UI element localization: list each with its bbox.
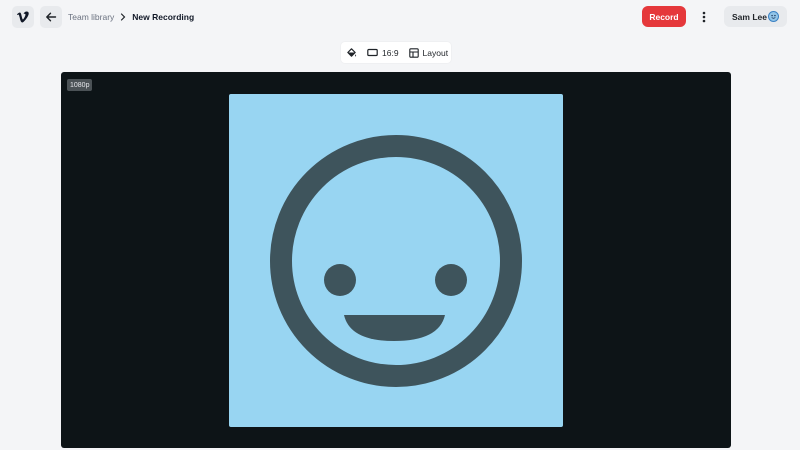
canvas-toolbar: 16:9 Layout (341, 42, 451, 63)
more-options-button[interactable] (696, 8, 712, 26)
background-fill-button[interactable] (341, 42, 362, 63)
camera-preview[interactable] (229, 94, 563, 427)
aspect-ratio-button[interactable]: 16:9 (362, 42, 404, 63)
top-bar: Team library New Recording Record Sam Le… (0, 0, 800, 36)
record-button[interactable]: Record (642, 6, 686, 27)
layout-label: Layout (422, 47, 449, 58)
aspect-ratio-label: 16:9 (382, 47, 399, 58)
recording-canvas[interactable]: 1080p (61, 72, 731, 448)
arrow-left-icon (46, 12, 57, 22)
layout-grid-icon (408, 47, 419, 58)
vertical-dots-icon (702, 11, 706, 23)
user-menu-button[interactable]: Sam Lee (724, 6, 787, 27)
vimeo-logo-button[interactable] (12, 6, 34, 28)
chevron-right-icon (120, 13, 126, 21)
breadcrumb-parent-link[interactable]: Team library (68, 12, 114, 22)
smiley-avatar-icon (768, 11, 779, 22)
layout-button[interactable]: Layout (404, 42, 454, 63)
resolution-badge: 1080p (67, 79, 93, 91)
rectangle-icon (367, 48, 378, 57)
breadcrumb-current: New Recording (132, 12, 195, 22)
back-button[interactable] (40, 6, 62, 28)
breadcrumb: Team library New Recording (68, 10, 194, 24)
paint-bucket-icon (347, 48, 357, 57)
user-name: Sam Lee (732, 11, 767, 22)
smiley-face-icon (270, 135, 522, 387)
vimeo-v-icon (17, 11, 29, 23)
